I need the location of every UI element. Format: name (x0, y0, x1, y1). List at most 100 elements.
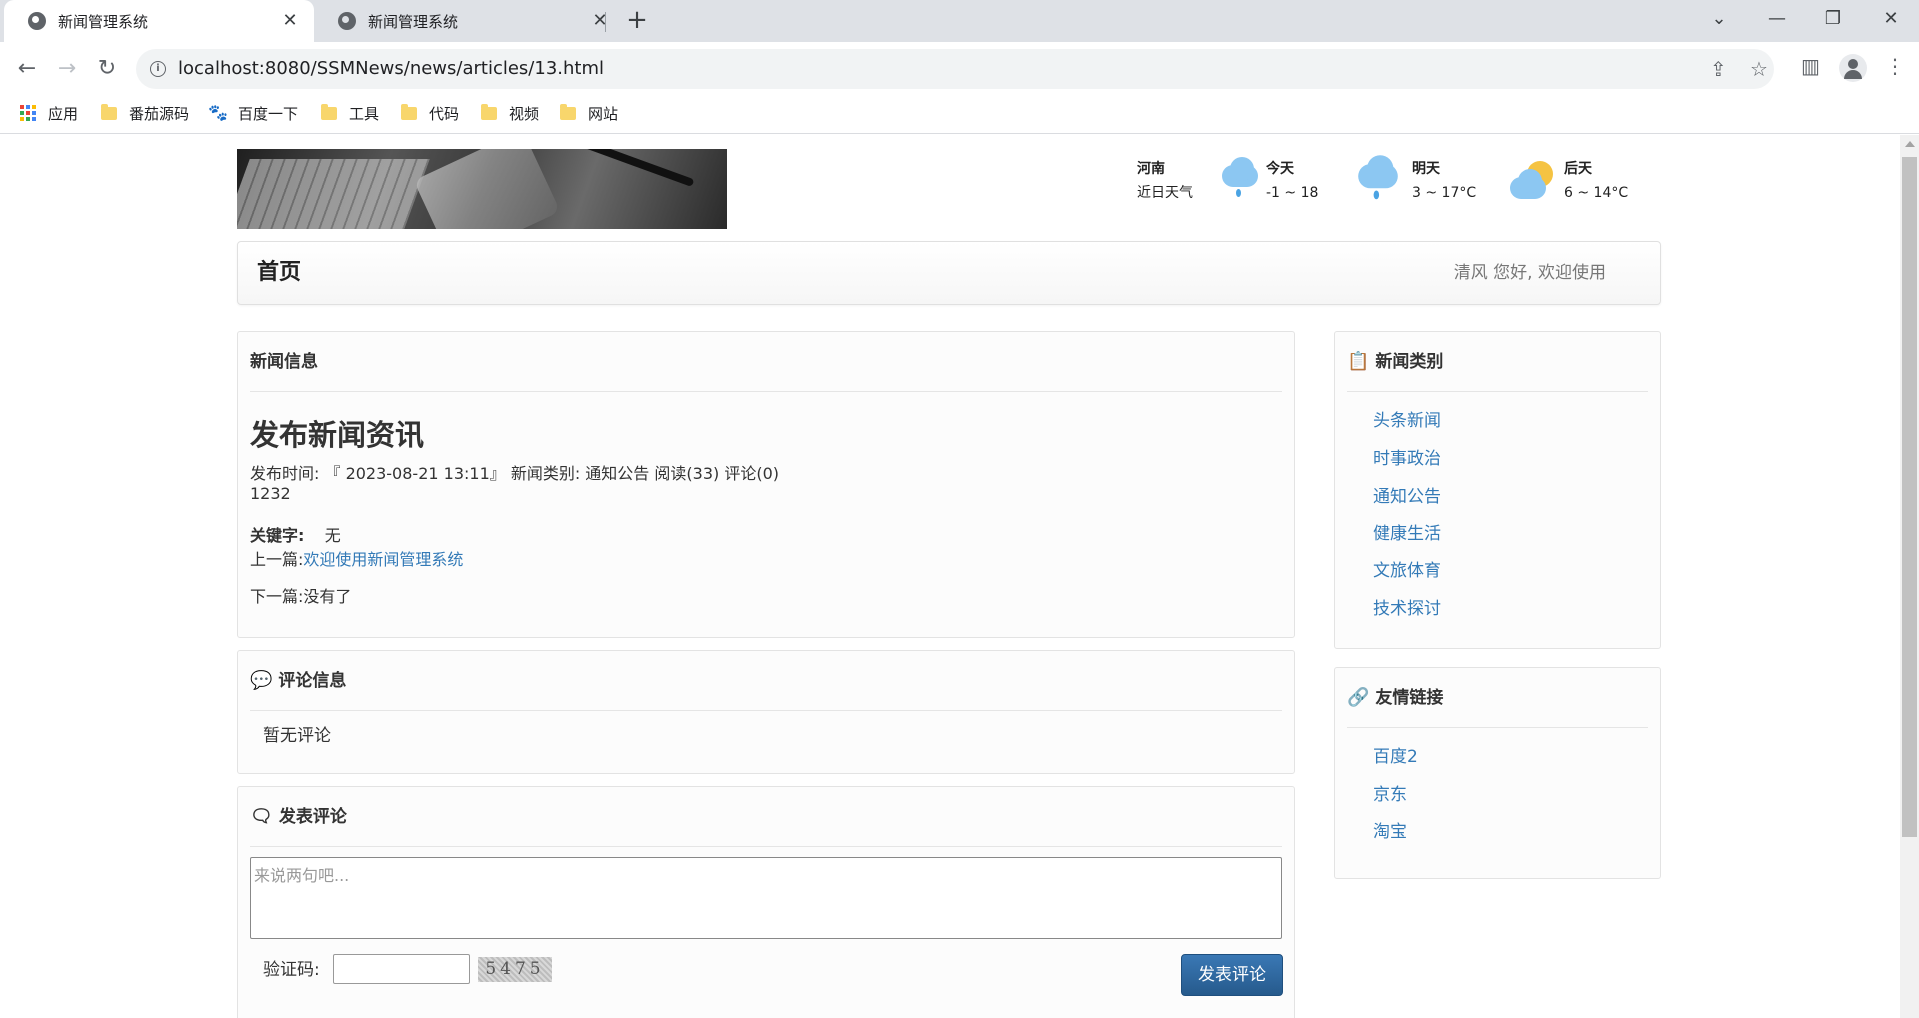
category-link[interactable]: 健康生活 (1373, 519, 1441, 544)
weather-day-after: 后天 6 ~ 14°C (1564, 157, 1628, 205)
comment-bubbles-icon: 💬 (250, 669, 273, 691)
panel-heading: 新闻信息 (250, 332, 1282, 392)
close-tab-icon[interactable]: ✕ (280, 11, 300, 31)
next-label: 下一篇: (250, 587, 304, 606)
weather-region-sub: 近日天气 (1137, 185, 1193, 201)
category-link[interactable]: 文旅体育 (1373, 556, 1441, 581)
baidu-paw-icon: 🐾 (208, 103, 228, 122)
panel-title: 评论信息 (278, 670, 347, 691)
comments-panel: 💬 评论信息 暂无评论 (237, 650, 1295, 774)
bookmark-folder[interactable]: 工具 (321, 96, 379, 130)
panel-heading: 💬 评论信息 (250, 651, 1282, 711)
prev-article: 上一篇:欢迎使用新闻管理系统 (250, 546, 463, 570)
folder-icon (481, 103, 497, 120)
panel-title: 新闻类别 (1375, 351, 1444, 372)
browser-toolbar: ← → ↻ i localhost:8080/SSMNews/news/arti… (0, 42, 1919, 96)
browser-tab-active[interactable]: 新闻管理系统 ✕ (4, 0, 314, 42)
address-bar[interactable]: i localhost:8080/SSMNews/news/articles/1… (136, 49, 1774, 89)
tab-strip: 新闻管理系统 ✕ 新闻管理系统 ✕ + ⌄ — ❐ ✕ (0, 0, 1919, 42)
reload-icon[interactable]: ↻ (91, 53, 123, 85)
captcha-label: 验证码: (263, 960, 320, 980)
panel-title: 友情链接 (1375, 687, 1444, 708)
header-banner-image (237, 149, 727, 229)
panel-title: 发表评论 (278, 806, 347, 827)
prev-article-link[interactable]: 欢迎使用新闻管理系统 (303, 550, 463, 569)
forward-icon[interactable]: → (51, 53, 83, 85)
article-title: 发布新闻资讯 (250, 418, 425, 452)
url-text[interactable]: localhost:8080/SSMNews/news/articles/13.… (178, 49, 604, 89)
friend-link[interactable]: 淘宝 (1373, 817, 1407, 842)
rain-cloud-icon (1216, 157, 1264, 197)
browser-tab[interactable]: 新闻管理系统 ✕ (314, 0, 624, 42)
article-meta: 发布时间: 『 2023-08-21 13:11』 新闻类别: 通知公告 阅读(… (250, 464, 779, 483)
categories-panel: 📋 新闻类别 头条新闻 时事政治 通知公告 健康生活 文旅体育 技术探讨 (1334, 331, 1661, 649)
bookmark-label: 网站 (588, 104, 619, 123)
category-link[interactable]: 通知公告 (1373, 482, 1441, 507)
weather-day-label: 后天 (1564, 161, 1592, 177)
side-panel-icon[interactable]: ▥ (1801, 54, 1820, 78)
profile-avatar-icon[interactable] (1839, 54, 1867, 82)
tab-title: 新闻管理系统 (368, 12, 459, 31)
bookmark-apps[interactable]: 应用 (20, 96, 78, 130)
folder-icon (401, 103, 417, 120)
minimize-button[interactable]: — (1749, 0, 1805, 40)
bookmark-folder[interactable]: 代码 (401, 96, 459, 130)
bookmarks-bar: 应用 番茄源码 🐾 百度一下 工具 代码 视频 网站 (0, 96, 1919, 134)
article-panel: 新闻信息 发布新闻资讯 发布时间: 『 2023-08-21 13:11』 新闻… (237, 331, 1295, 638)
friend-link[interactable]: 百度2 (1373, 742, 1418, 767)
bookmark-folder[interactable]: 网站 (560, 96, 618, 130)
folder-icon (321, 103, 337, 120)
weather-day-temp: 3 ~ 17°C (1412, 185, 1477, 201)
bookmark-baidu[interactable]: 🐾 百度一下 (208, 96, 298, 130)
close-window-button[interactable]: ✕ (1863, 0, 1919, 40)
tab-title: 新闻管理系统 (58, 12, 149, 31)
back-icon[interactable]: ← (11, 53, 43, 85)
submit-comment-button[interactable]: 发表评论 (1181, 954, 1283, 996)
bookmark-folder[interactable]: 视频 (481, 96, 539, 130)
captcha-input[interactable] (333, 954, 470, 984)
friend-links-panel: 🔗 友情链接 百度2 京东 淘宝 (1334, 667, 1661, 879)
bookmark-label: 百度一下 (238, 104, 299, 123)
scroll-up-arrow-icon[interactable] (1905, 141, 1915, 147)
globe-icon (338, 12, 356, 30)
restore-button[interactable]: ❐ (1805, 0, 1861, 40)
rain-cloud-icon (1352, 155, 1405, 200)
laptop-graphic (237, 159, 430, 229)
page-viewport: 河南 近日天气 今天 -1 ~ 18 明天 3 ~ 17°C 后天 6 ~ 14… (0, 135, 1900, 1018)
category-link[interactable]: 技术探讨 (1373, 594, 1441, 619)
weather-today: 今天 -1 ~ 18 (1266, 157, 1318, 205)
folder-icon (101, 103, 117, 120)
bookmark-folder[interactable]: 番茄源码 (101, 96, 189, 130)
close-tab-icon[interactable]: ✕ (590, 11, 610, 31)
new-tab-button[interactable]: + (622, 6, 652, 36)
site-info-icon[interactable]: i (150, 61, 166, 77)
bookmark-label: 视频 (509, 104, 540, 123)
menu-kebab-icon[interactable]: ⋮ (1885, 54, 1905, 78)
comment-icon: 🗨 (250, 805, 273, 827)
bookmark-star-icon[interactable]: ☆ (1750, 57, 1768, 81)
share-icon[interactable]: ⇪ (1710, 57, 1727, 81)
clipboard-icon: 📋 (1347, 350, 1370, 372)
weather-day-label: 明天 (1412, 161, 1440, 177)
tab-search-icon[interactable]: ⌄ (1691, 0, 1747, 40)
captcha-image[interactable]: 5475 (478, 957, 552, 982)
user-greeting: 清风 您好, 欢迎使用 (1453, 263, 1606, 283)
weather-tomorrow: 明天 3 ~ 17°C (1412, 157, 1476, 205)
site-navbar: 首页 清风 您好, 欢迎使用 (237, 241, 1661, 305)
category-link[interactable]: 头条新闻 (1373, 406, 1441, 431)
panel-heading: 🔗 友情链接 (1347, 668, 1648, 728)
keyword-value: 无 (324, 526, 341, 545)
panel-heading: 🗨 发表评论 (250, 787, 1282, 847)
home-link[interactable]: 首页 (257, 242, 301, 304)
no-comments-text: 暂无评论 (263, 726, 331, 746)
next-article: 下一篇:没有了 (250, 583, 351, 607)
article-keywords: 关键字: 无 (250, 522, 341, 546)
bookmark-label: 番茄源码 (129, 104, 190, 123)
next-value: 没有了 (303, 587, 352, 606)
friend-link[interactable]: 京东 (1373, 780, 1407, 805)
page-scrollbar[interactable] (1900, 135, 1919, 1018)
comment-textarea[interactable] (250, 857, 1282, 939)
link-icon: 🔗 (1347, 686, 1370, 708)
category-link[interactable]: 时事政治 (1373, 444, 1441, 469)
scroll-thumb[interactable] (1902, 157, 1917, 837)
